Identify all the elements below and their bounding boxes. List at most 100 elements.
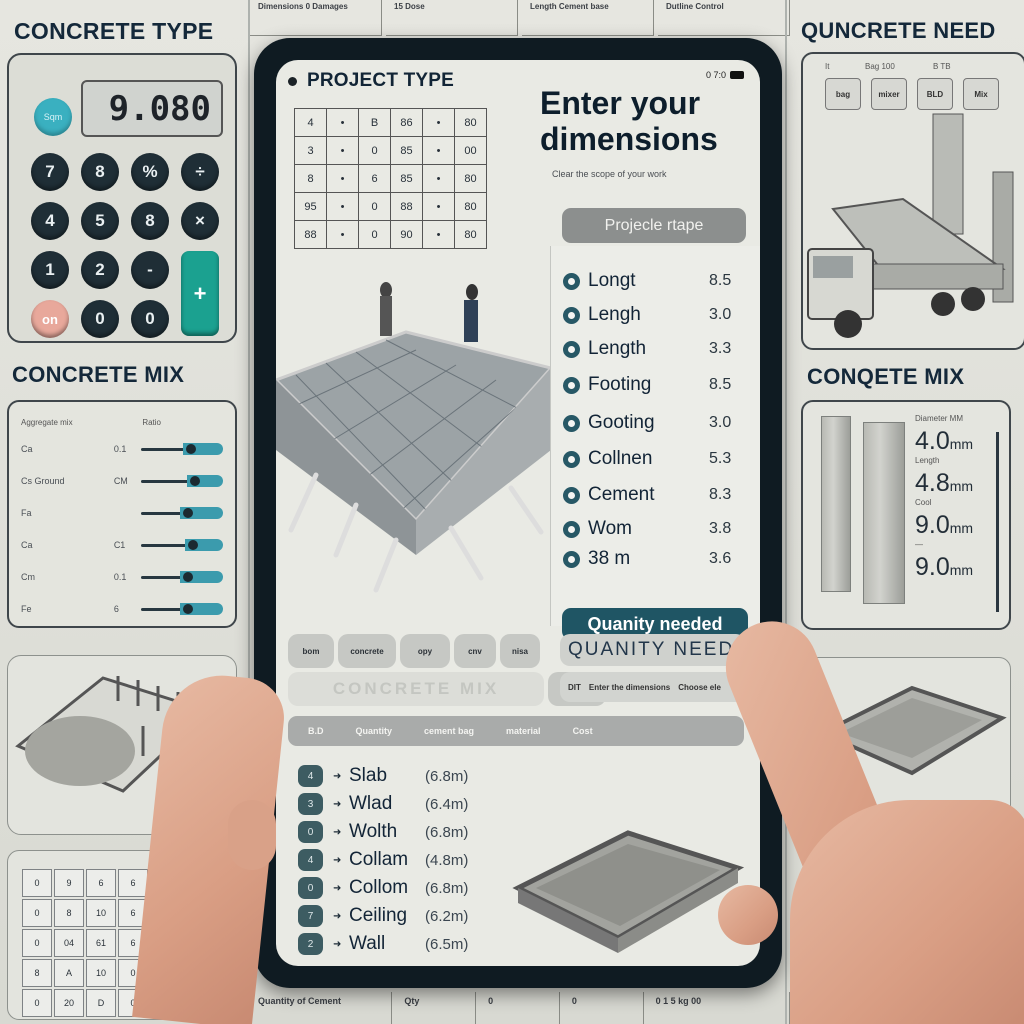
- quantity-needed-field[interactable]: QUANITY NEED: [560, 634, 746, 666]
- calc-key[interactable]: 8: [131, 202, 169, 240]
- grid-cell[interactable]: 80: [454, 164, 487, 193]
- grid-cell[interactable]: 3: [294, 136, 327, 165]
- mix-slider[interactable]: [141, 538, 223, 552]
- dimension-option[interactable]: Length 3.3: [563, 332, 743, 366]
- calc-key-multiply[interactable]: ×: [181, 202, 219, 240]
- calc-key[interactable]: 5: [81, 202, 119, 240]
- dimension-option[interactable]: Gooting 3.0: [563, 406, 743, 440]
- grid-cell[interactable]: 85: [390, 164, 423, 193]
- result-row[interactable]: 7 ➜ Ceiling (6.2m): [298, 902, 468, 930]
- mix-slider[interactable]: [141, 570, 223, 584]
- mix-slider[interactable]: [141, 602, 223, 616]
- grid-cell[interactable]: 95: [294, 192, 327, 221]
- calc-key[interactable]: 0: [81, 300, 119, 338]
- result-row[interactable]: 4 ➜ Collam (4.8m): [298, 846, 468, 874]
- mix-slider[interactable]: [141, 474, 223, 488]
- grid-cell[interactable]: 0: [358, 136, 391, 165]
- grid-cell[interactable]: •: [326, 108, 359, 137]
- grid-cell[interactable]: 00: [454, 136, 487, 165]
- grid-cell[interactable]: 86: [390, 108, 423, 137]
- grid-cell[interactable]: 88: [390, 192, 423, 221]
- grid-cell[interactable]: •: [326, 164, 359, 193]
- result-badge: 2: [298, 933, 323, 955]
- grid-cell[interactable]: 80: [454, 220, 487, 249]
- radio-icon[interactable]: [563, 520, 580, 538]
- radio-icon[interactable]: [563, 340, 580, 358]
- radio-icon[interactable]: [563, 550, 580, 568]
- slider-handle[interactable]: [182, 508, 193, 518]
- mix-code: C1: [113, 540, 126, 550]
- chip[interactable]: opy: [400, 634, 450, 668]
- dimension-option[interactable]: Wom 3.8: [563, 512, 743, 546]
- grid-cell[interactable]: 88: [294, 220, 327, 249]
- mix-slider[interactable]: [141, 506, 223, 520]
- chip[interactable]: bom: [288, 634, 334, 668]
- quantity-sub-field[interactable]: DIT Enter the dimensions Choose ele: [560, 672, 746, 702]
- result-badge: 4: [298, 849, 323, 871]
- calc-key[interactable]: 8: [81, 153, 119, 191]
- calc-key[interactable]: 1: [31, 251, 69, 289]
- grid-cell[interactable]: B: [358, 108, 391, 137]
- calc-key[interactable]: 7: [31, 153, 69, 191]
- dimension-option[interactable]: Footing 8.5: [563, 368, 743, 402]
- grid-cell[interactable]: •: [422, 164, 455, 193]
- mix-slider[interactable]: [141, 442, 223, 456]
- grid-cell[interactable]: 80: [454, 192, 487, 221]
- calc-key[interactable]: 0: [131, 300, 169, 338]
- concrete-mix-chip[interactable]: CONCRETE MIX: [288, 672, 544, 706]
- calc-key-plus[interactable]: +: [181, 251, 219, 336]
- grid-cell[interactable]: •: [326, 136, 359, 165]
- calc-key-minus[interactable]: -: [131, 251, 169, 289]
- result-row[interactable]: 4 ➜ Slab (6.8m): [298, 762, 468, 790]
- dimension-option[interactable]: Collnen 5.3: [563, 442, 743, 476]
- radio-icon[interactable]: [563, 306, 580, 324]
- grid-cell[interactable]: 0: [358, 192, 391, 221]
- slider-handle[interactable]: [185, 444, 196, 454]
- mix-sliders-card: Aggregate mix Ratio Ca 0.1 Cs Ground CM Fa Ca…: [7, 400, 237, 628]
- arrow-icon: ➜: [333, 882, 342, 894]
- radio-icon[interactable]: [563, 414, 580, 432]
- grid-cell[interactable]: 6: [358, 164, 391, 193]
- calc-key[interactable]: %: [131, 153, 169, 191]
- result-row[interactable]: 0 ➜ Collom (6.8m): [298, 874, 468, 902]
- grid-cell[interactable]: •: [422, 136, 455, 165]
- project-type-select[interactable]: Projecle rtape: [562, 208, 746, 243]
- unit-badge[interactable]: Sqm: [34, 98, 72, 136]
- calc-key[interactable]: 2: [81, 251, 119, 289]
- radio-icon[interactable]: [563, 486, 580, 504]
- calc-key[interactable]: ÷: [181, 153, 219, 191]
- radio-icon[interactable]: [563, 272, 580, 290]
- chip[interactable]: concrete: [338, 634, 396, 668]
- result-row[interactable]: 3 ➜ Wlad (6.4m): [298, 790, 468, 818]
- calc-key-on[interactable]: on: [31, 300, 69, 338]
- radio-icon[interactable]: [563, 450, 580, 468]
- grid-cell[interactable]: 85: [390, 136, 423, 165]
- result-label: Wall: [349, 933, 386, 954]
- grid-cell[interactable]: 0: [358, 220, 391, 249]
- keypad-cell: 0: [22, 929, 52, 957]
- calc-key[interactable]: 4: [31, 202, 69, 240]
- grid-cell[interactable]: •: [326, 192, 359, 221]
- result-row[interactable]: 0 ➜ Wolth (6.8m): [298, 818, 468, 846]
- chip[interactable]: nisa: [500, 634, 540, 668]
- bottom-strip-cell: 0: [480, 992, 560, 1024]
- chip[interactable]: cnv: [454, 634, 496, 668]
- grid-cell[interactable]: 90: [390, 220, 423, 249]
- grid-cell[interactable]: •: [422, 220, 455, 249]
- dimension-option[interactable]: Cement 8.3: [563, 478, 743, 512]
- grid-cell[interactable]: •: [422, 108, 455, 137]
- grid-cell[interactable]: •: [422, 192, 455, 221]
- dimension-option[interactable]: Longt 8.5: [563, 264, 743, 298]
- result-row[interactable]: 2 ➜ Wall (6.5m): [298, 930, 468, 958]
- grid-cell[interactable]: •: [326, 220, 359, 249]
- size-unit: mm: [949, 436, 974, 452]
- grid-cell[interactable]: 4: [294, 108, 327, 137]
- dimension-option[interactable]: 38 m 3.6: [563, 542, 743, 576]
- slider-handle[interactable]: [182, 572, 193, 582]
- grid-cell[interactable]: 8: [294, 164, 327, 193]
- dimension-option[interactable]: Lengh 3.0: [563, 298, 743, 332]
- radio-icon[interactable]: [563, 376, 580, 394]
- slider-handle[interactable]: [182, 604, 193, 614]
- grid-cell[interactable]: 80: [454, 108, 487, 137]
- result-value: (6.8m): [425, 767, 469, 785]
